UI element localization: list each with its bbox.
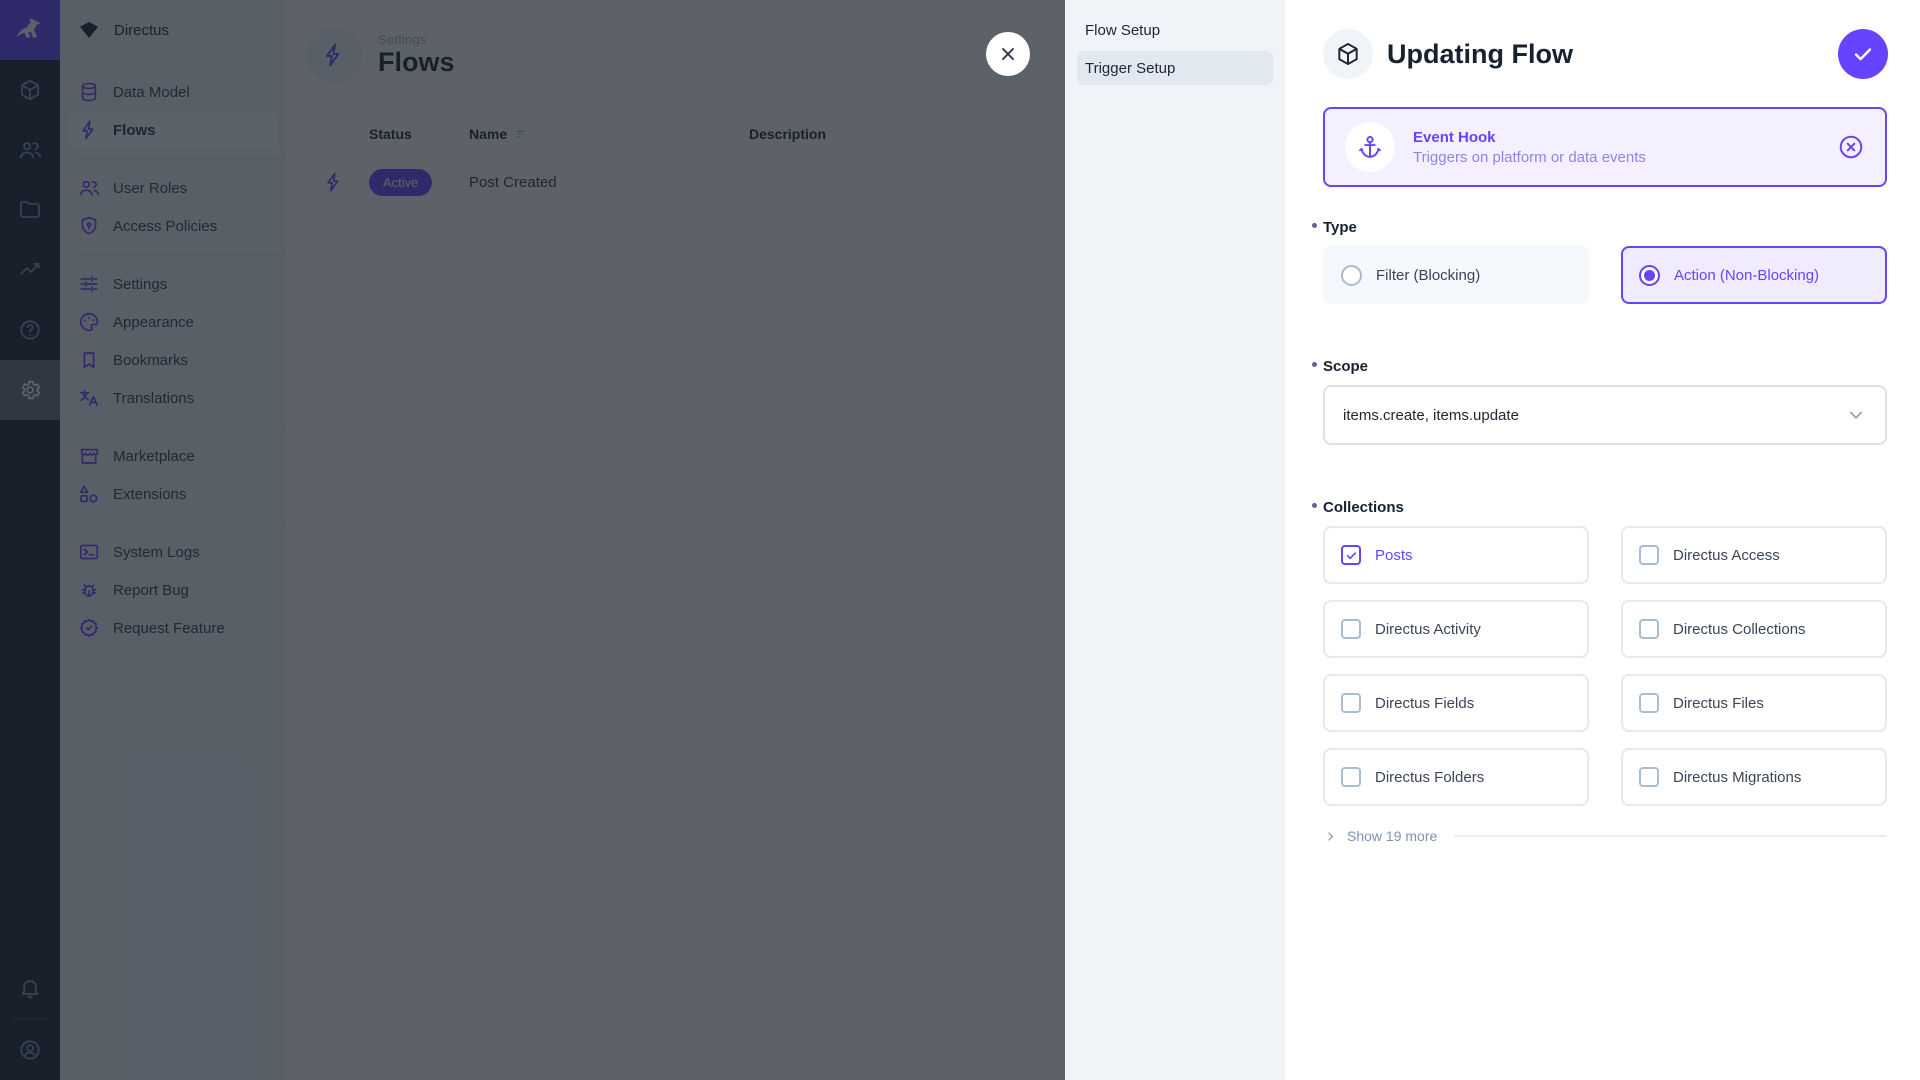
checkbox-icon (1341, 767, 1361, 787)
type-options: Filter (Blocking) Action (Non-Blocking) (1323, 246, 1887, 304)
radio-action-non-blocking[interactable]: Action (Non-Blocking) (1621, 246, 1887, 304)
drawer-backdrop-overlay[interactable] (0, 0, 1065, 1080)
directus-app: Directus Data Model Flows User Roles Acc… (0, 0, 1920, 1080)
checkbox-icon (1639, 767, 1659, 787)
collections-field-label: Collections (1323, 499, 1404, 516)
radio-label: Filter (Blocking) (1376, 267, 1480, 284)
checkbox-icon (1639, 619, 1659, 639)
checkbox-label: Directus Folders (1375, 769, 1484, 786)
drawer-nav: Flow Setup Trigger Setup (1065, 0, 1285, 1080)
checkbox-directus-folders[interactable]: Directus Folders (1323, 748, 1589, 806)
checkbox-directus-access[interactable]: Directus Access (1621, 526, 1887, 584)
radio-filter-blocking[interactable]: Filter (Blocking) (1323, 246, 1589, 304)
checkbox-icon (1341, 545, 1361, 565)
event-hook-subtitle: Triggers on platform or data events (1413, 149, 1646, 166)
type-field-label: Type (1323, 219, 1357, 236)
scope-field-label: Scope (1323, 358, 1368, 375)
scope-select-value: items.create, items.update (1343, 407, 1519, 424)
remove-trigger-button[interactable] (1837, 133, 1865, 161)
cancel-circle-icon (1837, 133, 1865, 161)
checkbox-label: Posts (1375, 547, 1413, 564)
event-hook-title: Event Hook (1413, 129, 1646, 146)
checkbox-directus-activity[interactable]: Directus Activity (1323, 600, 1589, 658)
checkbox-icon (1639, 545, 1659, 565)
radio-icon (1341, 265, 1362, 286)
drawer-title: Updating Flow (1387, 39, 1573, 70)
type-field: Type Filter (Blocking) Action (Non-Block… (1323, 219, 1887, 304)
collections-field: Collections Posts Directus Access Dir (1323, 499, 1887, 844)
checkbox-posts[interactable]: Posts (1323, 526, 1589, 584)
anchor-icon (1345, 122, 1395, 172)
checkbox-label: Directus Files (1673, 695, 1764, 712)
drawer-header: Updating Flow (1285, 0, 1920, 79)
radio-icon (1639, 265, 1660, 286)
event-hook-card: Event Hook Triggers on platform or data … (1323, 107, 1887, 187)
close-drawer-button[interactable] (986, 32, 1030, 76)
checkbox-label: Directus Collections (1673, 621, 1806, 638)
drawer-title-icon-circle (1323, 29, 1373, 79)
scope-field: Scope items.create, items.update (1323, 358, 1887, 445)
event-hook-text: Event Hook Triggers on platform or data … (1413, 129, 1646, 166)
scope-select[interactable]: items.create, items.update (1323, 385, 1887, 445)
checkbox-label: Directus Fields (1375, 695, 1474, 712)
show-more-label: Show 19 more (1347, 828, 1437, 844)
show-more-rule (1454, 835, 1887, 837)
checkbox-directus-migrations[interactable]: Directus Migrations (1621, 748, 1887, 806)
checkbox-directus-collections[interactable]: Directus Collections (1621, 600, 1887, 658)
collections-options: Posts Directus Access Directus Activity (1323, 526, 1887, 806)
drawer-content: Updating Flow Event Hook Triggers on pla… (1285, 0, 1920, 1080)
checkbox-label: Directus Access (1673, 547, 1780, 564)
check-icon (1851, 42, 1875, 66)
radio-label: Action (Non-Blocking) (1674, 267, 1819, 284)
drawer-nav-trigger-setup[interactable]: Trigger Setup (1077, 51, 1273, 85)
save-button[interactable] (1838, 29, 1888, 79)
checkbox-icon (1341, 693, 1361, 713)
checkbox-label: Directus Migrations (1673, 769, 1801, 786)
flow-drawer: Flow Setup Trigger Setup Updating Flow (1065, 0, 1920, 1080)
checkbox-label: Directus Activity (1375, 621, 1481, 638)
drawer-nav-flow-setup[interactable]: Flow Setup (1077, 13, 1273, 47)
close-icon (997, 43, 1019, 65)
drawer-body: Event Hook Triggers on platform or data … (1285, 79, 1920, 844)
chevron-down-icon (1845, 404, 1867, 426)
chevron-right-icon (1323, 829, 1338, 844)
checkbox-directus-fields[interactable]: Directus Fields (1323, 674, 1589, 732)
checkbox-directus-files[interactable]: Directus Files (1621, 674, 1887, 732)
checkbox-icon (1639, 693, 1659, 713)
show-more-toggle[interactable]: Show 19 more (1323, 828, 1887, 844)
checkbox-icon (1341, 619, 1361, 639)
box-icon (1335, 41, 1361, 67)
